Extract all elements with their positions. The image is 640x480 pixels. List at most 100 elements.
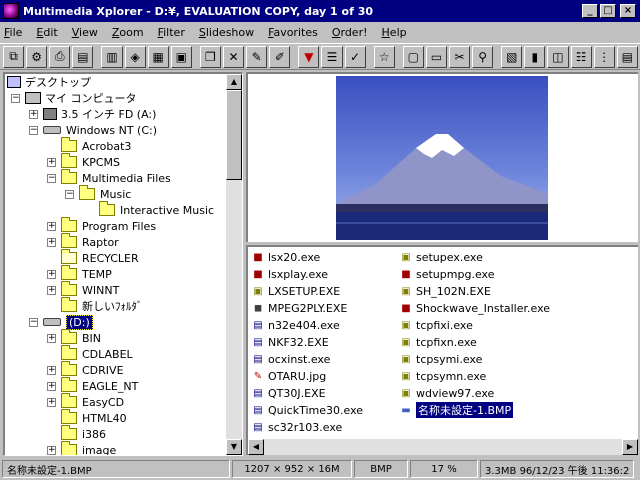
expand-icon[interactable]: + — [47, 237, 56, 247]
list-item[interactable]: ▣ LXSETUP.EXE — [250, 283, 340, 299]
folder-tree[interactable]: デスクトップ − マイ コンピュータ + 3.5 インチ FD (A:) − W… — [3, 72, 243, 456]
film-icon[interactable]: ▮ — [524, 45, 546, 68]
menu-zoom[interactable]: Zoom — [112, 26, 144, 39]
expand-icon[interactable]: + — [47, 333, 56, 343]
list-item[interactable]: ▣ tcpsymi.exe — [398, 351, 482, 367]
tree-item-image[interactable]: + image — [47, 441, 116, 455]
list-item[interactable]: ✎ OTARU.jpg — [250, 368, 326, 384]
list-item[interactable]: ■ lsx20.exe — [250, 249, 320, 265]
menu-help[interactable]: Help — [382, 26, 407, 39]
tree-item-i386[interactable]: i386 — [61, 425, 106, 442]
expand-icon[interactable]: + — [47, 157, 56, 167]
menu-favorites[interactable]: Favorites — [268, 26, 318, 39]
tree-item-recycler[interactable]: RECYCLER — [61, 249, 139, 266]
expand-icon[interactable]: + — [47, 221, 56, 231]
scan-icon[interactable]: ▥ — [101, 45, 123, 68]
collapse-icon[interactable]: − — [65, 189, 74, 199]
detail-icon[interactable]: ⋮ — [593, 45, 615, 68]
close-button[interactable]: × — [620, 4, 636, 18]
maximize-button[interactable]: □ — [600, 4, 616, 18]
tree-item-interactive-music[interactable]: Interactive Music — [99, 201, 214, 218]
tree-item-raptor[interactable]: + Raptor — [47, 233, 119, 250]
list-item-selected[interactable]: ▬ 名称未設定-1.BMP — [398, 402, 514, 418]
list-item[interactable]: ▤ QuickTime30.exe — [250, 402, 363, 418]
print-icon[interactable]: ⎙ — [49, 45, 71, 68]
list-item[interactable]: ▤ QT30J.EXE — [250, 385, 325, 401]
tree-item-cdrive[interactable]: + CDRIVE — [47, 361, 124, 378]
menu-slideshow[interactable]: Slideshow — [199, 26, 254, 39]
scroll-left-icon[interactable]: ◀ — [248, 439, 264, 455]
expand-icon[interactable]: + — [47, 285, 56, 295]
tree-item-drive-c[interactable]: − Windows NT (C:) — [29, 122, 157, 138]
menu-filter[interactable]: Filter — [158, 26, 185, 39]
mark-icon[interactable]: ✓ — [344, 45, 366, 68]
list-item[interactable]: ■ setupmpg.exe — [398, 266, 494, 282]
list-item[interactable]: ■ lsxplay.exe — [250, 266, 328, 282]
cut-icon[interactable]: ✂ — [448, 45, 471, 68]
tree-item-my-computer[interactable]: − マイ コンピュータ — [11, 90, 137, 106]
copy-icon[interactable]: ⧉ — [3, 45, 25, 68]
menu-file[interactable]: File — [4, 26, 22, 39]
minimize-button[interactable]: _ — [582, 4, 598, 18]
expand-icon[interactable]: + — [29, 109, 38, 119]
image-view-icon[interactable]: ▧ — [501, 45, 523, 68]
image-preview-pane[interactable] — [246, 72, 638, 242]
scroll-right-icon[interactable]: ▶ — [622, 439, 638, 455]
tile-icon[interactable]: ◫ — [547, 45, 569, 68]
list-item[interactable]: ▤ sc32r103.exe — [250, 419, 342, 435]
list-item[interactable]: ▣ tcpfixi.exe — [398, 317, 473, 333]
list-item[interactable]: ▤ NKF32.EXE — [250, 334, 328, 350]
expand-icon[interactable]: + — [47, 397, 56, 407]
export-icon[interactable]: ▣ — [170, 45, 192, 68]
tree-item-kpcms[interactable]: + KPCMS — [47, 153, 120, 170]
expand-icon[interactable]: + — [47, 381, 56, 391]
tree-item-cdlabel[interactable]: CDLABEL — [61, 345, 133, 362]
menu-order[interactable]: Order! — [332, 26, 368, 39]
collapse-icon[interactable]: − — [47, 173, 56, 183]
tree-item-temp[interactable]: + TEMP — [47, 265, 112, 282]
menu-edit[interactable]: Edit — [36, 26, 57, 39]
file-list-hscrollbar[interactable]: ◀ ▶ — [248, 439, 638, 455]
delete-icon[interactable]: ✕ — [222, 45, 245, 68]
tree-item-floppy[interactable]: + 3.5 インチ FD (A:) — [29, 106, 156, 122]
list-item[interactable]: ■ Shockwave_Installer.exe — [398, 300, 550, 316]
small-icon-view-icon[interactable]: ▤ — [616, 45, 638, 68]
edit-icon[interactable]: ✐ — [269, 45, 291, 68]
menu-view[interactable]: View — [72, 26, 98, 39]
effects-icon[interactable]: ◈ — [124, 45, 146, 68]
tree-item-multimedia-files[interactable]: − Multimedia Files — [47, 169, 171, 186]
app-icon[interactable] — [3, 3, 19, 19]
palette-icon[interactable]: ▦ — [147, 45, 169, 68]
scroll-thumb[interactable] — [226, 90, 242, 180]
file-list[interactable]: ■ lsx20.exe ■ lsxplay.exe ▣ LXSETUP.EXE ◼ MP… — [246, 245, 638, 455]
duplicate-icon[interactable]: ❐ — [199, 45, 221, 68]
list-item[interactable]: ▣ setupex.exe — [398, 249, 483, 265]
collapse-icon[interactable]: − — [11, 93, 20, 103]
tree-item-drive-d[interactable]: − (D:) — [29, 314, 93, 330]
list-item[interactable]: ▤ ocxinst.exe — [250, 351, 330, 367]
list-item[interactable]: ▣ tcpsymn.exe — [398, 368, 486, 384]
tree-item-winnt[interactable]: + WINNT — [47, 281, 119, 298]
tree-item-eagle-nt[interactable]: + EAGLE_NT — [47, 377, 138, 394]
tree-item-html40[interactable]: HTML40 — [61, 409, 127, 426]
list-item[interactable]: ▣ wdview97.exe — [398, 385, 494, 401]
list-item[interactable]: ▣ SH_102N.EXE — [398, 283, 491, 299]
scroll-up-icon[interactable]: ▲ — [226, 74, 242, 90]
collapse-icon[interactable]: − — [29, 317, 38, 327]
collapse-icon[interactable]: − — [29, 125, 38, 135]
save-icon[interactable]: ▤ — [72, 45, 94, 68]
star-icon[interactable]: ☆ — [373, 45, 395, 68]
zoom-icon[interactable]: ⚲ — [472, 45, 494, 68]
list-item[interactable]: ◼ MPEG2PLY.EXE — [250, 300, 347, 316]
title-bar[interactable]: Multimedia Xplorer - D:¥, EVALUATION COP… — [0, 0, 640, 22]
tree-item-bin[interactable]: + BIN — [47, 329, 101, 346]
thumbnail-icon[interactable]: ☷ — [570, 45, 592, 68]
tree-item-easycd[interactable]: + EasyCD — [47, 393, 124, 410]
expand-icon[interactable]: + — [47, 445, 56, 455]
rename-icon[interactable]: ✎ — [246, 45, 268, 68]
scroll-down-icon[interactable]: ▼ — [226, 439, 242, 455]
expand-icon[interactable]: + — [47, 365, 56, 375]
tree-item-new-folder[interactable]: 新しいﾌｫﾙﾀﾞ — [61, 297, 143, 314]
list-icon[interactable]: ☰ — [321, 45, 343, 68]
full-screen-icon[interactable]: ▭ — [425, 45, 447, 68]
